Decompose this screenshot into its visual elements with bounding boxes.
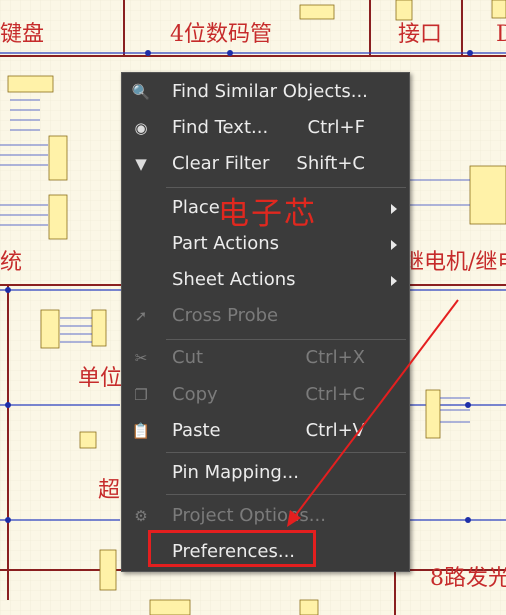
menu-item-label: Project Options... bbox=[172, 505, 326, 526]
menu-item-label: Cross Probe bbox=[172, 305, 279, 326]
menu-item-paste[interactable]: 📋 Paste Ctrl+V bbox=[122, 414, 409, 448]
submenu-arrow-icon bbox=[391, 240, 397, 250]
menu-separator bbox=[166, 494, 406, 495]
submenu-arrow-icon bbox=[391, 276, 397, 286]
project-options-icon: ⚙ bbox=[134, 507, 148, 525]
sheet-label-super: 超 bbox=[98, 478, 121, 503]
menu-item-copy[interactable]: ❐ Copy Ctrl+C bbox=[122, 378, 409, 412]
sheet-label-relay: 继电机/继电 bbox=[402, 250, 506, 275]
sheet-label-leds: 8路发光 bbox=[430, 566, 506, 591]
menu-item-cut[interactable]: ✂ Cut Ctrl+X bbox=[122, 341, 409, 375]
menu-item-sheet-actions[interactable]: Sheet Actions bbox=[122, 263, 409, 297]
search-icon: 🔍 bbox=[131, 83, 151, 101]
watermark-text: 电子芯 bbox=[218, 196, 317, 232]
scissors-icon: ✂ bbox=[134, 349, 148, 367]
sheet-label-unit: 单位 bbox=[78, 366, 123, 391]
menu-item-label: Paste bbox=[172, 420, 221, 441]
submenu-arrow-icon bbox=[391, 204, 397, 214]
sheet-label-port: 接口 bbox=[398, 22, 443, 47]
menu-item-pin-mapping[interactable]: Pin Mapping... bbox=[122, 456, 409, 490]
preferences-highlight-box bbox=[148, 530, 316, 567]
menu-separator bbox=[166, 339, 406, 340]
binoculars-icon: ◉ bbox=[134, 119, 148, 137]
menu-item-cross-probe[interactable]: ➚ Cross Probe bbox=[122, 299, 409, 333]
menu-item-label: Clear Filter bbox=[172, 153, 270, 174]
menu-item-shortcut: Ctrl+X bbox=[305, 347, 365, 368]
menu-item-clear-filter[interactable]: ▼ Clear Filter Shift+C bbox=[122, 147, 409, 181]
menu-item-shortcut: Ctrl+F bbox=[307, 117, 365, 138]
menu-item-label: Sheet Actions bbox=[172, 269, 296, 290]
paste-icon: 📋 bbox=[131, 422, 151, 440]
menu-item-find-similar[interactable]: 🔍 Find Similar Objects... bbox=[122, 75, 409, 109]
menu-item-label: Part Actions bbox=[172, 233, 280, 254]
menu-item-shortcut: Ctrl+C bbox=[305, 384, 365, 405]
menu-item-label: Cut bbox=[172, 347, 204, 368]
menu-separator bbox=[166, 452, 406, 453]
clear-filter-icon: ▼ bbox=[135, 155, 147, 173]
menu-item-label: Place bbox=[172, 197, 220, 218]
menu-item-label: Copy bbox=[172, 384, 218, 405]
sheet-label-seven-seg: 4位数码管 bbox=[170, 22, 272, 47]
menu-item-shortcut: Ctrl+V bbox=[305, 420, 365, 441]
menu-item-label: Find Similar Objects... bbox=[172, 81, 368, 102]
menu-item-label: Pin Mapping... bbox=[172, 462, 300, 483]
sheet-label-d: D bbox=[496, 22, 506, 47]
menu-item-label: Find Text... bbox=[172, 117, 269, 138]
cross-probe-icon: ➚ bbox=[134, 307, 148, 325]
sheet-label-keyboard: 键盘 bbox=[0, 22, 45, 47]
menu-item-shortcut: Shift+C bbox=[296, 153, 365, 174]
menu-item-project-options[interactable]: ⚙ Project Options... bbox=[122, 499, 409, 533]
copy-icon: ❐ bbox=[134, 386, 148, 404]
context-menu: 🔍 Find Similar Objects... ◉ Find Text...… bbox=[121, 72, 410, 572]
sheet-label-system: 统 bbox=[0, 250, 23, 275]
menu-item-find-text[interactable]: ◉ Find Text... Ctrl+F bbox=[122, 111, 409, 145]
